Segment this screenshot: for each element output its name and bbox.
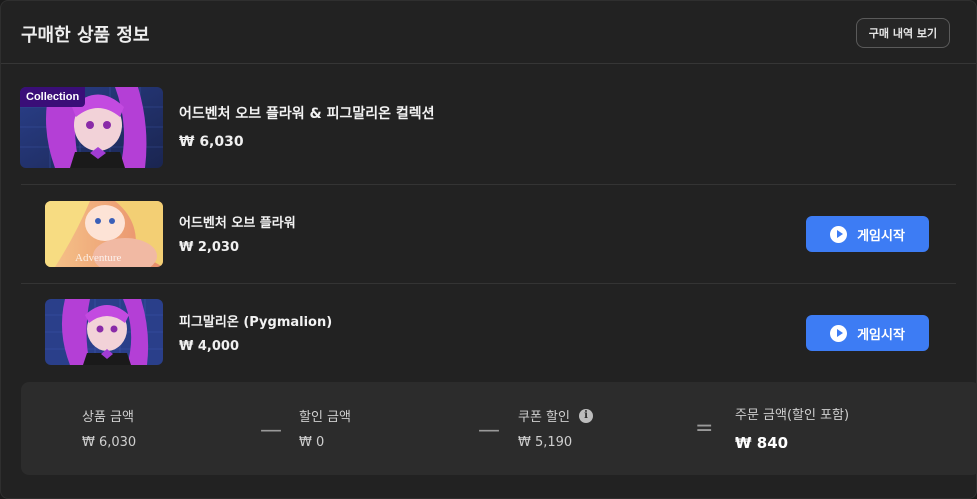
collection-thumbnail: Collection [20, 87, 163, 168]
start-game-button[interactable]: 게임시작 [806, 216, 929, 252]
order-total-value: ₩ 840 [735, 434, 789, 452]
minus-sign: — [260, 418, 282, 443]
price-summary: 상품 금액 ₩ 6,030 — 할인 금액 ₩ 0 — 쿠폰 할인 i ₩ 5,… [21, 382, 977, 475]
item-thumbnail-adventure: Adventure [45, 201, 163, 267]
equals-sign: = [695, 416, 714, 441]
item-name: 어드벤처 오브 플라워 [179, 216, 296, 231]
discount-amount-value: ₩ 0 [299, 435, 325, 450]
item-name: 피그말리온 (Pygmalion) [179, 315, 333, 330]
collection-price: ₩ 6,030 [179, 134, 244, 150]
collection-badge: Collection [20, 87, 86, 107]
play-circle-icon [830, 324, 848, 342]
order-total-label: 주문 금액(할인 포함) [735, 408, 850, 423]
item-price: ₩ 4,000 [179, 339, 239, 354]
product-amount-value: ₩ 6,030 [82, 435, 137, 450]
product-amount-label: 상품 금액 [82, 410, 134, 425]
coupon-discount-value: ₩ 5,190 [518, 435, 573, 450]
play-circle-icon [830, 225, 848, 243]
info-icon[interactable]: i [579, 409, 593, 423]
start-game-label: 게임시작 [857, 228, 905, 244]
discount-amount-label: 할인 금액 [299, 410, 351, 425]
purchased-product-panel: 구매한 상품 정보 구매 내역 보기 Collection 어드벤처 오브 플라… [0, 0, 977, 499]
panel-header: 구매한 상품 정보 구매 내역 보기 [1, 1, 976, 64]
start-game-label: 게임시작 [857, 327, 905, 343]
coupon-discount-label: 쿠폰 할인 [518, 410, 570, 425]
collection-name: 어드벤처 오브 플라워 & 피그말리온 컬렉션 [179, 106, 435, 122]
item-thumbnail-pygmalion [45, 299, 163, 365]
item-price: ₩ 2,030 [179, 240, 239, 255]
page-title: 구매한 상품 정보 [21, 25, 150, 46]
divider [21, 283, 956, 284]
start-game-button[interactable]: 게임시작 [806, 315, 929, 351]
purchase-history-button[interactable]: 구매 내역 보기 [856, 18, 950, 48]
divider [21, 184, 956, 185]
minus-sign: — [478, 418, 500, 443]
svg-text:Adventure: Adventure [75, 252, 122, 264]
